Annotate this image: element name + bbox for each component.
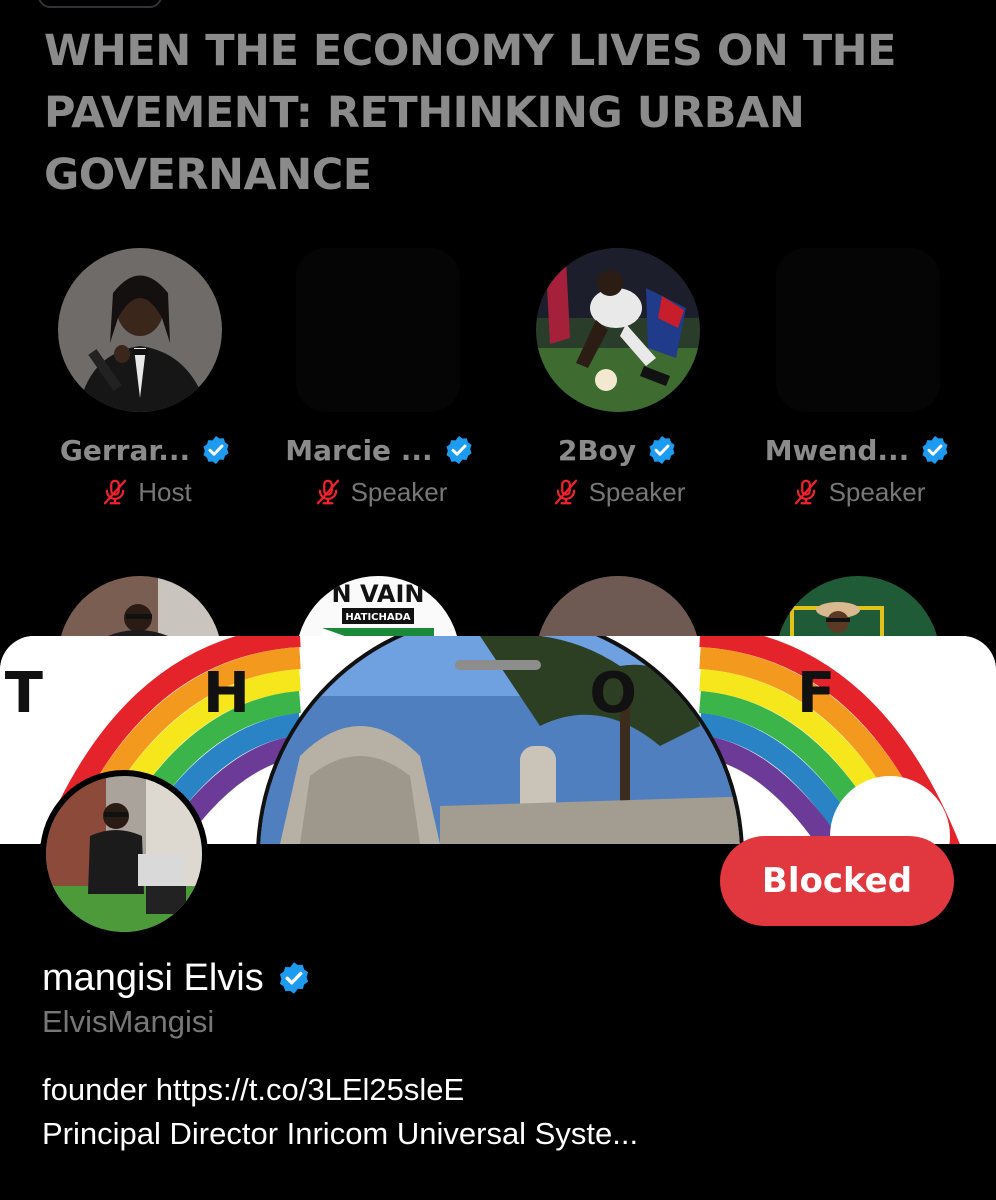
muted-mic-icon: [100, 477, 130, 507]
verified-badge-icon: [200, 434, 232, 466]
participant-name: Mwend...: [764, 433, 910, 467]
participant-role: Speaker: [350, 476, 448, 507]
muted-mic-icon: [791, 477, 821, 507]
profile-handle: ElvisMangisi: [42, 1004, 215, 1039]
participant-name: Gerrar...: [59, 433, 191, 467]
participant-avatar[interactable]: [296, 248, 460, 412]
muted-mic-icon: [551, 477, 581, 507]
participant-name: 2Boy: [557, 433, 637, 467]
muted-mic-icon: [313, 477, 343, 507]
blocked-button[interactable]: Blocked: [720, 836, 954, 926]
participants-row: Gerrar... Host Marcie ... Speaker 2Boy S…: [0, 240, 996, 530]
drag-handle[interactable]: [455, 660, 541, 670]
participant-name: Marcie ...: [285, 433, 433, 467]
participant-avatar[interactable]: [58, 248, 222, 412]
verified-badge-icon: [443, 434, 475, 466]
top-pill: [38, 0, 162, 8]
participant-avatar[interactable]: [536, 248, 700, 412]
participants-row-second: N VAIN HATICHADA: [0, 570, 996, 740]
profile-bio: founder https://t.co/3LEl25sleE Principa…: [42, 1068, 962, 1156]
logo-subtext: HATICHADA: [345, 612, 411, 623]
display-name-text: mangisi Elvis: [42, 956, 264, 999]
space-title: WHEN THE ECONOMY LIVES ON THE PAVEMENT: …: [44, 26, 897, 200]
participant-role: Speaker: [588, 476, 686, 507]
bio-line: founder https://t.co/3LEl25sleE: [42, 1072, 465, 1107]
banner-text: TH OF: [5, 661, 995, 726]
verified-badge-icon: [919, 434, 951, 466]
verified-badge-icon: [646, 434, 678, 466]
profile-display-name: mangisi Elvis: [42, 954, 312, 1002]
bio-line: Principal Director Inricom Universal Sys…: [42, 1116, 639, 1151]
verified-badge-icon: [276, 960, 312, 996]
participant-role: Speaker: [828, 476, 926, 507]
participant-avatar[interactable]: [776, 248, 940, 412]
logo-text: N VAIN: [332, 580, 425, 608]
profile-avatar[interactable]: [40, 770, 208, 938]
participant-role: Host: [138, 476, 192, 507]
